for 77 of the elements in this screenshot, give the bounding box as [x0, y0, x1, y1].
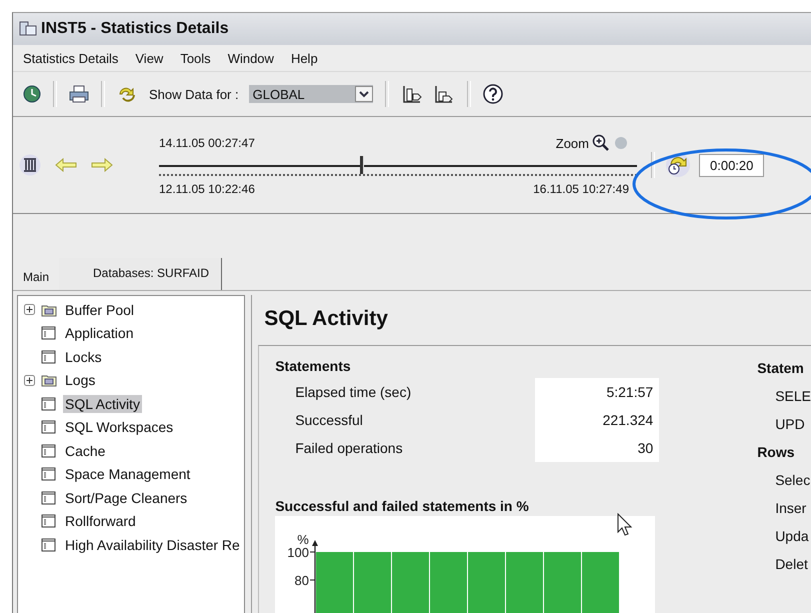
- folder-icon: [41, 373, 57, 388]
- tree-item[interactable]: Cache: [63, 442, 108, 460]
- printer-icon[interactable]: [69, 85, 89, 103]
- stat-label: Successful: [295, 411, 364, 430]
- stat-label: Delet: [774, 555, 809, 574]
- expand-icon[interactable]: [24, 304, 35, 316]
- stat-value: 30: [636, 439, 654, 458]
- end-timestamp: 16.11.05 10:27:49: [533, 182, 629, 196]
- tree-item[interactable]: High Availability Disaster Re: [63, 536, 242, 554]
- chart-export-icon[interactable]: [400, 84, 423, 104]
- page-icon: [41, 326, 57, 340]
- page-icon: [41, 467, 57, 482]
- window-app-icon: [19, 21, 37, 37]
- interval-field[interactable]: 0:00:20: [699, 154, 764, 176]
- tree-item[interactable]: Sort/Page Cleaners: [63, 488, 190, 507]
- tab[interactable]: Main: [13, 258, 60, 290]
- stat-label: UPD: [774, 415, 806, 434]
- y-tick-label: 80: [294, 573, 310, 588]
- section-heading: Statements: [275, 358, 352, 374]
- page-icon: [41, 444, 57, 458]
- tree-item[interactable]: SQL Workspaces: [63, 418, 176, 436]
- menu-item[interactable]: Statistics Details: [23, 50, 118, 66]
- clock-icon[interactable]: [23, 85, 41, 103]
- scope-dropdown[interactable]: GLOBAL: [248, 85, 373, 103]
- show-data-label: Show Data for :: [149, 86, 239, 102]
- start-timestamp: 12.11.05 10:22:46: [159, 182, 255, 196]
- tree-item[interactable]: Space Management: [63, 465, 192, 484]
- pillar-icon[interactable]: [19, 154, 41, 176]
- tree-item[interactable]: Logs: [63, 371, 98, 390]
- chart-bar: [468, 552, 506, 613]
- stat-label: Upda: [774, 527, 810, 546]
- section-heading: Rows: [757, 443, 796, 462]
- expand-icon[interactable]: [24, 374, 35, 386]
- chart-export-icon[interactable]: [432, 84, 455, 104]
- chart-bar: [544, 552, 582, 613]
- stat-label: Selec: [774, 471, 811, 490]
- tree-item[interactable]: Buffer Pool: [63, 300, 136, 319]
- page-icon: [41, 538, 57, 552]
- window-title: INST5 - Statistics Details: [41, 20, 229, 38]
- slider-thumb[interactable]: [360, 156, 364, 174]
- stat-label: Failed operations: [295, 439, 404, 458]
- page-icon: [41, 490, 57, 505]
- page-icon: [41, 350, 57, 364]
- stat-label: Inser: [774, 499, 808, 518]
- y-axis-label: %: [297, 532, 309, 547]
- menu-item[interactable]: Window: [228, 50, 274, 66]
- tree-item[interactable]: Rollforward: [63, 512, 138, 530]
- refresh-icon[interactable]: [117, 85, 137, 103]
- zoom-label: Zoom: [556, 136, 589, 150]
- page-heading: SQL Activity: [263, 306, 389, 332]
- tree-item[interactable]: Application: [63, 324, 136, 342]
- tree-item[interactable]: SQL Activity: [63, 394, 142, 413]
- chart-bar: [354, 552, 392, 613]
- chart-bar: [316, 552, 354, 613]
- menu-item[interactable]: View: [135, 50, 164, 66]
- current-timestamp: 14.11.05 00:27:47: [159, 136, 255, 150]
- chart-bar: [582, 552, 620, 613]
- menu-item[interactable]: Tools: [180, 50, 211, 66]
- folder-icon: [41, 302, 57, 317]
- stat-value: 221.324: [602, 411, 654, 430]
- stat-label: SELE: [774, 387, 811, 406]
- refresh-clock-icon[interactable]: [665, 152, 691, 178]
- chart-bar: [392, 552, 430, 613]
- tree-item[interactable]: Locks: [63, 348, 104, 366]
- zoom-in-icon[interactable]: [592, 134, 610, 152]
- chart-bar: [506, 552, 544, 613]
- page-icon: [41, 396, 57, 411]
- help-icon[interactable]: [482, 84, 503, 104]
- chart-title: Successful and failed statements in %: [275, 498, 530, 514]
- menu-item[interactable]: Help: [290, 50, 318, 66]
- page-icon: [41, 514, 57, 528]
- page-icon: [41, 420, 57, 434]
- section-heading: Statem: [757, 359, 805, 378]
- stat-value: 5:21:57: [605, 383, 654, 402]
- y-tick-label: 100: [287, 545, 310, 560]
- chart-bar: [430, 552, 468, 613]
- stat-label: Elapsed time (sec): [295, 383, 412, 402]
